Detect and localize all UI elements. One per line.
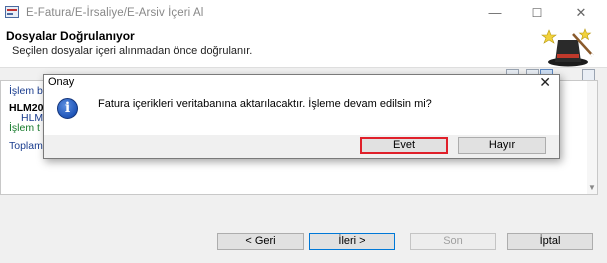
confirmation-dialog: Onay ✕ i Fatura içerikleri veritabanına … [43, 74, 560, 159]
page-subtitle: Seçilen dosyalar içeri alınmadan önce do… [12, 45, 253, 57]
window-close-button[interactable]: ✕ [566, 3, 596, 23]
dialog-message: Fatura içerikleri veritabanına aktarılac… [98, 98, 432, 110]
window-titlebar: E-Fatura/E-İrsaliye/E-Arsiv İçeri Al — ☐… [0, 0, 607, 26]
info-icon: i [57, 98, 78, 119]
no-button[interactable]: Hayır [458, 137, 546, 154]
log-line: İşlem t [9, 122, 40, 134]
window-title: E-Fatura/E-İrsaliye/E-Arsiv İçeri Al [26, 7, 204, 19]
dialog-title: Onay [48, 76, 75, 88]
maximize-button[interactable]: ☐ [522, 3, 552, 23]
dialog-footer: Evet Hayır [44, 135, 559, 158]
cancel-button[interactable]: İptal [507, 233, 593, 250]
finish-button: Son [410, 233, 496, 250]
vertical-scrollbar[interactable]: ▼ [587, 81, 597, 194]
yes-button[interactable]: Evet [360, 137, 448, 154]
log-line: Toplam [9, 140, 43, 152]
page-title: Dosyalar Doğrulanıyor [6, 29, 135, 43]
log-line: İşlem b [9, 85, 43, 97]
dialog-titlebar: Onay ✕ [44, 73, 559, 91]
dialog-body: i Fatura içerikleri veritabanına aktarıl… [44, 90, 559, 135]
app-icon [5, 6, 19, 18]
next-button[interactable]: İleri > [309, 233, 395, 250]
close-icon[interactable]: ✕ [539, 73, 551, 91]
wizard-header: Dosyalar Doğrulanıyor Seçilen dosyalar i… [0, 26, 607, 68]
minimize-button[interactable]: — [480, 3, 510, 23]
scroll-down-icon[interactable]: ▼ [588, 183, 596, 192]
back-button[interactable]: < Geri [217, 233, 304, 250]
wizard-hat-icon [541, 28, 595, 67]
